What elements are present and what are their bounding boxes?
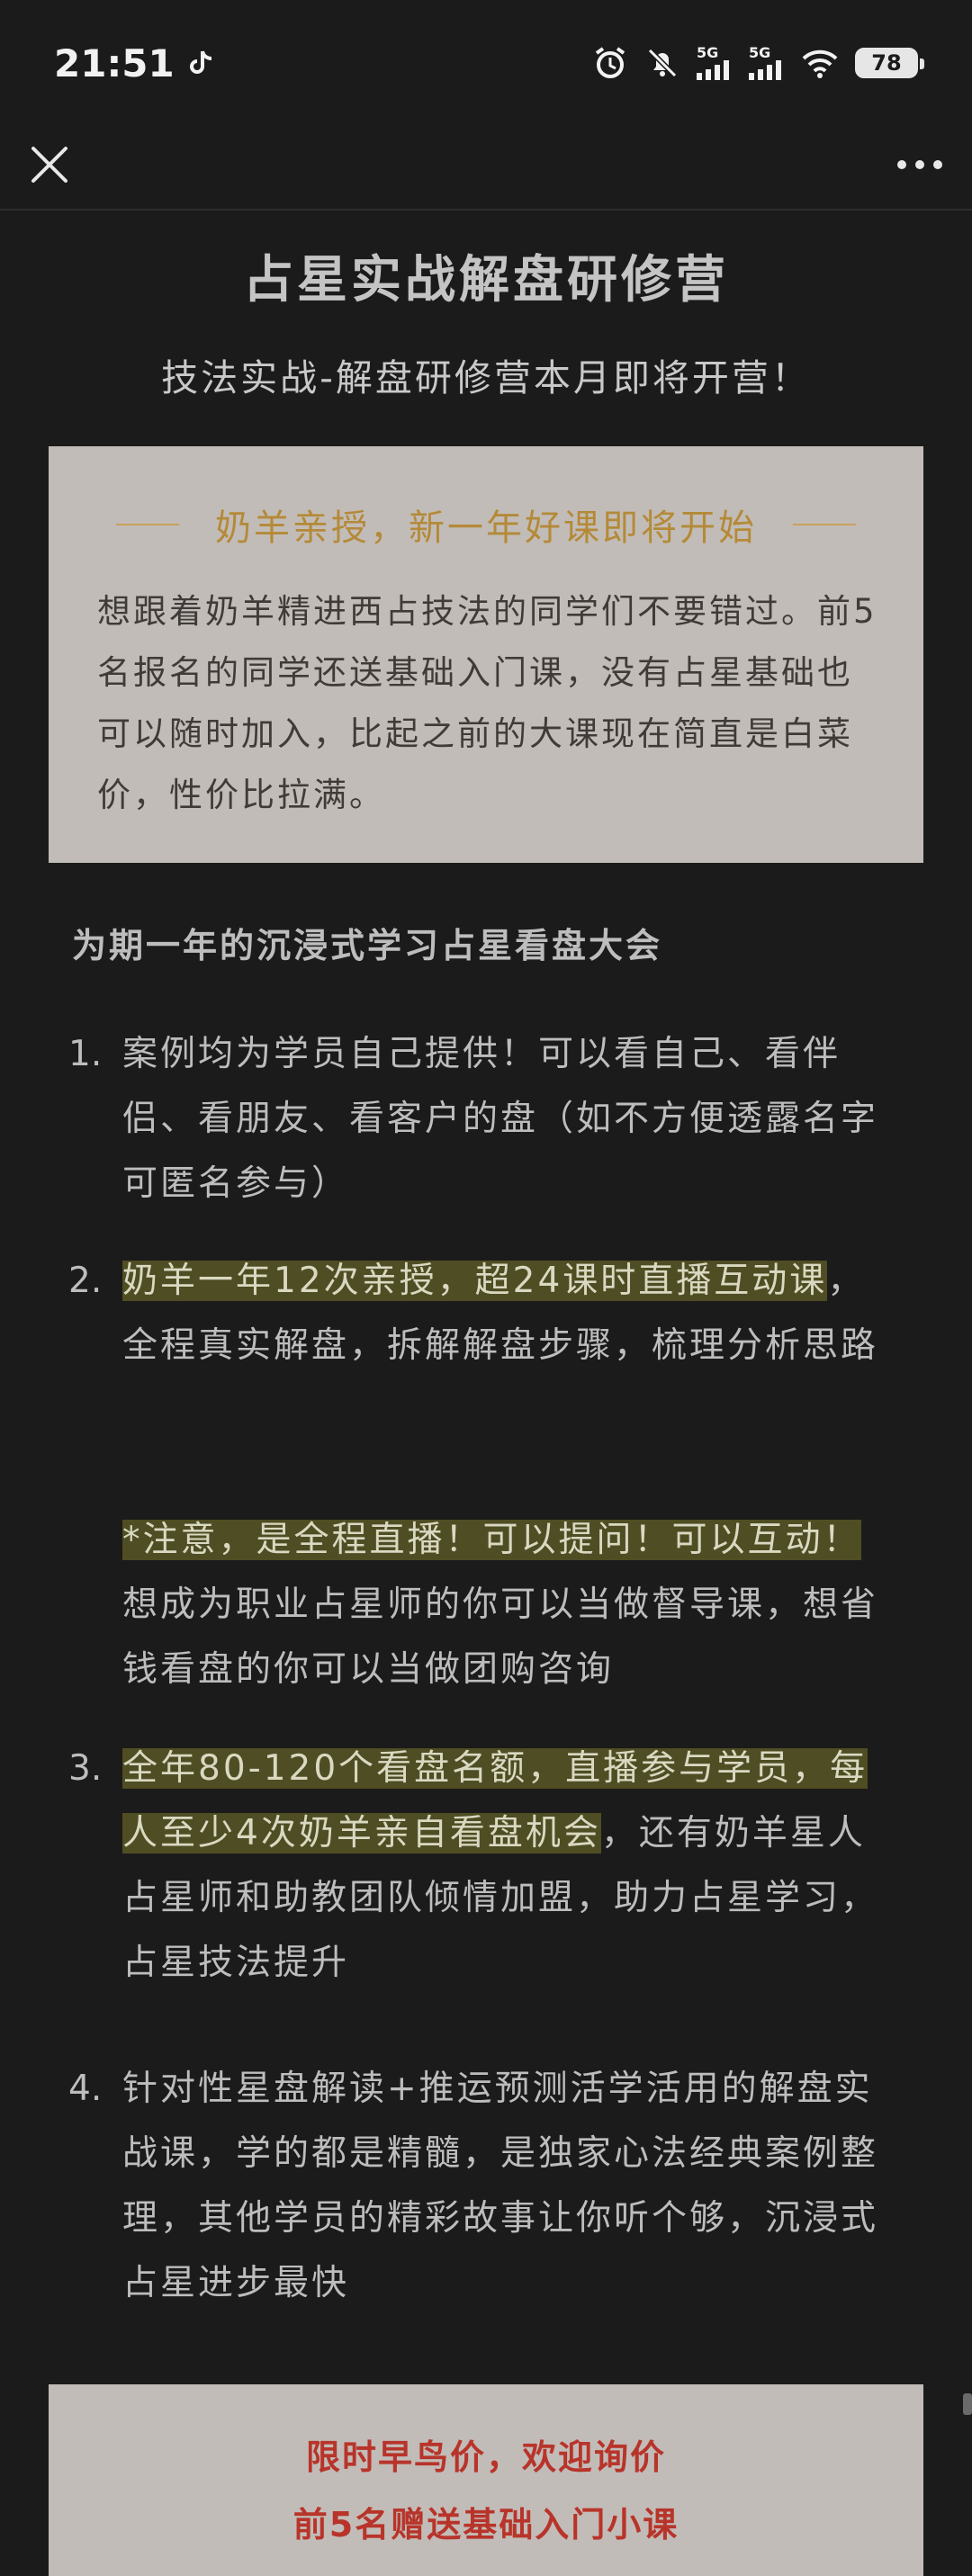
- list-item-text: 案例均为学员自己提供！可以看自己、看伴侣、看朋友、看客户的盘（如不方便透露名字可…: [122, 1034, 879, 1204]
- signal-5g-icon: 5G: [697, 46, 733, 80]
- section-title: 为期一年的沉浸式学习占星看盘大会: [72, 926, 663, 965]
- highlight-text: 奶羊一年12次亲授，超24课时直播互动课: [122, 1261, 828, 1301]
- divider-line-right: [793, 524, 856, 525]
- intro-box: 奶羊亲授，新一年好课即将开始 想跟着奶羊精进西占技法的同学们不要错过。前5名报名…: [49, 446, 923, 863]
- note-rest: 想成为职业占星师的你可以当做督导课，想省钱看盘的你可以当做团购咨询: [122, 1584, 879, 1690]
- page-title: 占星实战解盘研修营: [243, 251, 729, 310]
- offer-line-1: 限时早鸟价，欢迎询价: [305, 2437, 666, 2477]
- intro-box-header: 奶羊亲授，新一年好课即将开始: [49, 502, 923, 549]
- list-number: 3.: [68, 1748, 103, 1789]
- list-item-text: 奶羊一年12次亲授，超24课时直播互动课，全程真实解盘，拆解解盘步骤，梳理分析思…: [122, 1249, 896, 1378]
- more-options-button[interactable]: [893, 142, 947, 187]
- scrollbar-thumb[interactable]: [963, 2393, 972, 2415]
- battery-indicator: 78: [855, 48, 924, 78]
- status-bar: 21:51 5G 5G 78: [0, 0, 972, 126]
- list-item-text: 全年80-120个看盘名额，直播参与学员，每人至少4次奶羊亲自看盘机会，还有奶羊…: [122, 1737, 896, 1996]
- more-dots-icon: [897, 160, 942, 169]
- offer-line-2: 前5名赠送基础入门小课: [292, 2505, 680, 2545]
- highlight-note: *注意，是全程直播！可以提问！可以互动！: [122, 1520, 861, 1560]
- divider-line-left: [116, 524, 179, 525]
- wifi-icon: [801, 48, 839, 78]
- tiktok-icon: [185, 48, 216, 78]
- list-number: 2.: [68, 1261, 103, 1301]
- close-button[interactable]: [27, 142, 72, 187]
- intro-box-text: 想跟着奶羊精进西占技法的同学们不要错过。前5名报名的同学还送基础入门课，没有占星…: [97, 592, 878, 814]
- alarm-icon: [592, 45, 628, 81]
- status-time: 21:51: [54, 40, 175, 85]
- list-item-text: 针对性星盘解读+推运预测活学活用的解盘实战课，学的都是精髓，是独家心法经典案例整…: [122, 2069, 879, 2303]
- close-icon: [32, 147, 68, 183]
- intro-box-title: 奶羊亲授，新一年好课即将开始: [215, 507, 757, 549]
- mute-bell-icon: [644, 45, 680, 81]
- list-number: 1.: [68, 1034, 103, 1074]
- nav-bar: [0, 126, 972, 211]
- signal-5g-icon-2: 5G: [749, 46, 785, 80]
- list-number: 4.: [68, 2069, 103, 2109]
- page-subtitle: 技法实战-解盘研修营本月即将开营！: [161, 356, 811, 399]
- note-text: *注意，是全程直播！可以提问！可以互动！ 想成为职业占星师的你可以当做督导课，想省…: [122, 1508, 896, 1702]
- offer-box: 限时早鸟价，欢迎询价 前5名赠送基础入门小课: [49, 2384, 923, 2576]
